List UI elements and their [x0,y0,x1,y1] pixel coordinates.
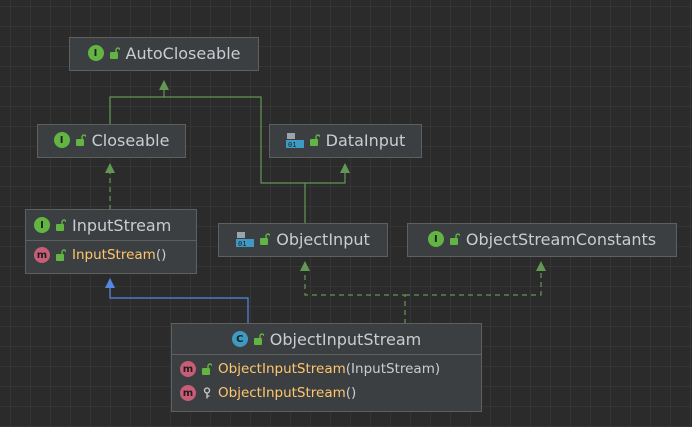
node-title: InputStream [72,215,172,235]
member-row[interactable]: m ObjectInputStream(InputStream) [172,357,481,381]
edge-objectinput-datainput [305,163,350,184]
node-objectstreamconstants[interactable]: I ObjectStreamConstants [407,223,677,257]
unlock-icon [75,134,86,146]
unlock-icon [109,47,120,59]
method-params: () [155,247,167,263]
member-row[interactable]: m ObjectInputStream() [172,381,481,405]
node-inputstream[interactable]: I InputStream m InputStream() [25,209,197,274]
edge-objectinput-autocloseable [164,96,306,226]
interface-badge-icon: I [34,217,50,233]
method-name: ObjectInputStream [218,385,346,401]
key-icon [203,387,211,399]
svg-text:01: 01 [238,240,246,247]
method-badge-icon: m [180,385,196,401]
svg-text:01: 01 [288,141,296,148]
node-title: Closeable [91,130,170,150]
unlock-icon [202,363,212,375]
method-name: ObjectInputStream [218,361,346,377]
edge-objectinputstream-objectinput [300,261,406,324]
node-objectinput[interactable]: 01 ObjectInput [218,223,388,257]
node-title: ObjectInputStream [269,329,422,349]
data-interface-icon: 01 [285,133,304,148]
node-title: AutoCloseable [125,43,241,63]
class-badge-icon: C [231,331,248,347]
unlock-icon [309,134,320,146]
node-title: DataInput [325,130,406,150]
unlock-icon [260,233,271,245]
method-params: (InputStream) [345,361,441,377]
node-autocloseable[interactable]: I AutoCloseable [69,37,259,71]
unlock-icon [56,219,66,231]
interface-badge-icon: I [87,45,104,61]
unlock-icon [56,249,66,261]
edge-closeable-autocloseable [109,80,169,125]
edge-objectinputstream-objectstreamconstants [405,261,546,296]
data-interface-icon: 01 [236,232,255,247]
node-closeable[interactable]: I Closeable [37,124,186,158]
method-badge-icon: m [180,361,196,377]
interface-badge-icon: I [427,231,444,247]
method-params: () [345,385,357,401]
node-title: ObjectStreamConstants [465,229,657,249]
edge-objectinputstream-inputstream [105,278,249,324]
node-datainput[interactable]: 01 DataInput [269,124,422,158]
node-title: ObjectInput [276,229,370,249]
method-badge-icon: m [34,247,50,263]
interface-badge-icon: I [53,132,70,148]
unlock-icon [253,333,264,345]
method-name: InputStream [72,247,156,263]
node-objectinputstream[interactable]: C ObjectInputStream m ObjectInputStream(… [171,323,482,412]
unlock-icon [449,233,460,245]
member-row[interactable]: m InputStream() [26,243,196,267]
